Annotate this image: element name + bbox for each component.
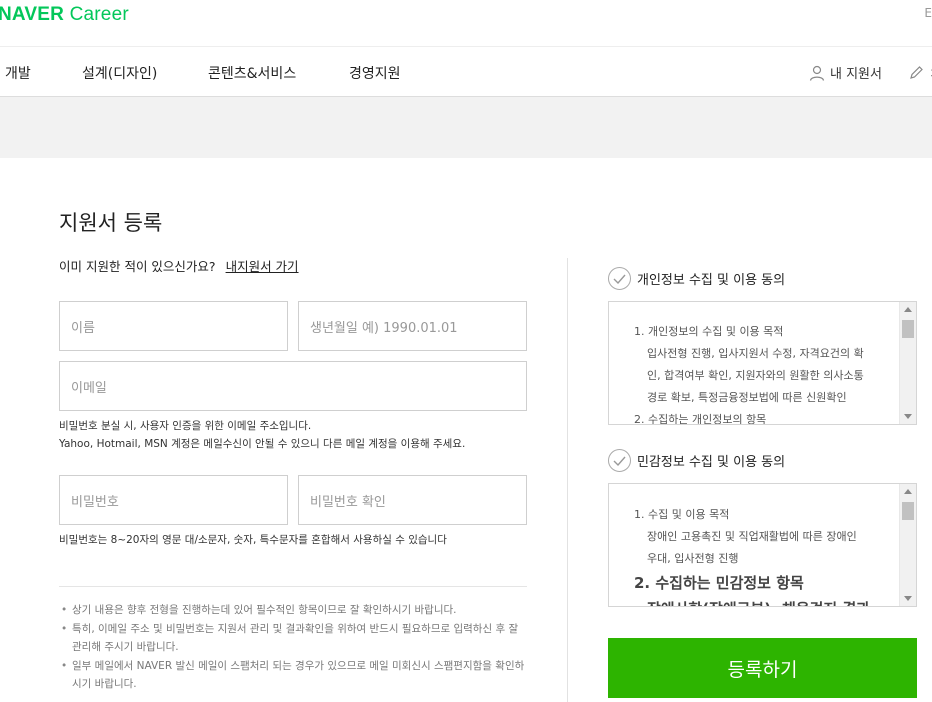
scroll-down-icon[interactable] [904, 596, 912, 601]
sensitive-consent-scrollbar[interactable] [899, 484, 916, 606]
scroll-thumb[interactable] [902, 502, 914, 520]
sensitive-consent-heading: 2. 수집하는 민감정보 항목 [634, 574, 804, 592]
password-help: 비밀번호는 8~20자의 영문 대/소문자, 숫자, 특수문자를 혼합해서 사용… [59, 534, 447, 546]
naver-career-logo[interactable]: NAVER Career [0, 4, 129, 26]
privacy-consent-line: 1. 개인정보의 수집 및 이용 목적 [634, 325, 784, 338]
privacy-consent-line: 2. 수집하는 개인정보의 항목 [634, 413, 767, 425]
notice-list: 상기 내용은 향후 전형을 진행하는데 있어 필수적인 항목이므로 잘 확인하시… [59, 601, 529, 694]
logo-suffix: Career [64, 4, 129, 25]
sensitive-consent-line: 1. 수집 및 이용 목적 [634, 508, 730, 521]
privacy-consent-scrollbar[interactable] [899, 302, 916, 424]
password-confirm-input[interactable]: 비밀번호 확인 [298, 475, 527, 525]
email-input[interactable]: 이메일 [59, 361, 527, 411]
notice-item: 상기 내용은 향후 전형을 진행하는데 있어 필수적인 항목이므로 잘 확인하시… [59, 601, 529, 620]
password-confirm-placeholder: 비밀번호 확인 [310, 494, 386, 510]
submit-button[interactable]: 등록하기 [608, 638, 917, 698]
privacy-consent-content: 1. 개인정보의 수집 및 이용 목적 입사전형 진행, 입사지원서 수정, 자… [634, 321, 896, 425]
email-help-line-2: Yahoo, Hotmail, MSN 계정은 메일수신이 안될 수 있으니 다… [59, 438, 466, 450]
birthdate-placeholder: 생년월일 예) 1990.01.01 [310, 320, 458, 336]
user-icon [809, 65, 825, 81]
privacy-consent-text-box[interactable]: 1. 개인정보의 수집 및 이용 목적 입사전형 진행, 입사지원서 수정, 자… [608, 301, 917, 425]
sensitive-consent-text-box[interactable]: 1. 수집 및 이용 목적 장애인 고용촉진 및 직업재활법에 따른 장애인 우… [608, 483, 917, 607]
notice-item: 일부 메일에서 NAVER 발신 메일이 스팸처리 되는 경우가 있으므로 메일… [59, 657, 529, 694]
hero-band [0, 97, 932, 158]
my-application-link[interactable]: 내 지원서 [809, 63, 882, 82]
tab-management[interactable]: 경영지원 [349, 63, 401, 83]
check-circle-icon [608, 267, 631, 290]
privacy-consent-line: 인, 합격여부 확인, 지원자와의 원활한 의사소통 [647, 369, 864, 382]
name-input[interactable]: 이름 [59, 301, 288, 351]
password-placeholder: 비밀번호 [71, 494, 119, 510]
birthdate-input[interactable]: 생년월일 예) 1990.01.01 [298, 301, 527, 351]
tab-design[interactable]: 설계(디자인) [82, 63, 157, 83]
email-help-line-1: 비밀번호 분실 시, 사용자 인증을 위한 이메일 주소입니다. [59, 420, 312, 432]
tab-development[interactable]: 개발 [5, 63, 31, 83]
write-application-link[interactable]: ㅈ [908, 63, 932, 82]
email-help: 비밀번호 분실 시, 사용자 인증을 위한 이메일 주소입니다. Yahoo, … [59, 417, 465, 453]
tab-content-service[interactable]: 콘텐츠&서비스 [208, 63, 296, 83]
main-nav: 개발 설계(디자인) 콘텐츠&서비스 경영지원 내 지원서 ㅈ [0, 46, 932, 97]
logo-brand: NAVER [0, 4, 65, 25]
sensitive-consent-line: 우대, 입사전형 진행 [647, 552, 739, 565]
my-application-label: 내 지원서 [830, 67, 882, 82]
column-divider [567, 258, 568, 702]
name-placeholder: 이름 [71, 320, 95, 336]
sensitive-consent-heading: 장애사항(장애구분), 채용검진 결과 [634, 596, 896, 606]
scroll-up-icon[interactable] [904, 307, 912, 312]
privacy-consent-line: 경로 확보, 특정금융정보법에 따른 신원확인 [647, 391, 847, 404]
scroll-thumb[interactable] [902, 320, 914, 338]
password-input[interactable]: 비밀번호 [59, 475, 288, 525]
language-toggle[interactable]: E [924, 6, 932, 20]
privacy-consent-line: 입사전형 진행, 입사지원서 수정, 자격요건의 확 [647, 347, 864, 360]
already-applied-row: 이미 지원한 적이 있으신가요? 내지원서 가기 [59, 256, 299, 275]
scroll-up-icon[interactable] [904, 489, 912, 494]
already-applied-question: 이미 지원한 적이 있으신가요? [59, 259, 216, 274]
sensitive-consent-line: 장애인 고용촉진 및 직업재활법에 따른 장애인 [647, 530, 857, 543]
privacy-consent-toggle[interactable]: 개인정보 수집 및 이용 동의 [608, 267, 785, 290]
notice-item: 특히, 이메일 주소 및 비밀번호는 지원서 관리 및 결과확인을 위하여 반드… [59, 620, 529, 657]
divider [59, 586, 527, 587]
sensitive-consent-title: 민감정보 수집 및 이용 동의 [637, 455, 786, 470]
sensitive-consent-content: 1. 수집 및 이용 목적 장애인 고용촉진 및 직업재활법에 따른 장애인 우… [634, 504, 896, 606]
privacy-consent-title: 개인정보 수집 및 이용 동의 [637, 273, 786, 288]
check-circle-icon [608, 449, 631, 472]
my-application-go-link[interactable]: 내지원서 가기 [226, 259, 299, 274]
sensitive-consent-toggle[interactable]: 민감정보 수집 및 이용 동의 [608, 449, 785, 472]
pencil-icon [910, 65, 923, 79]
scroll-down-icon[interactable] [904, 414, 912, 419]
email-placeholder: 이메일 [71, 380, 107, 396]
page-title: 지원서 등록 [59, 211, 163, 235]
